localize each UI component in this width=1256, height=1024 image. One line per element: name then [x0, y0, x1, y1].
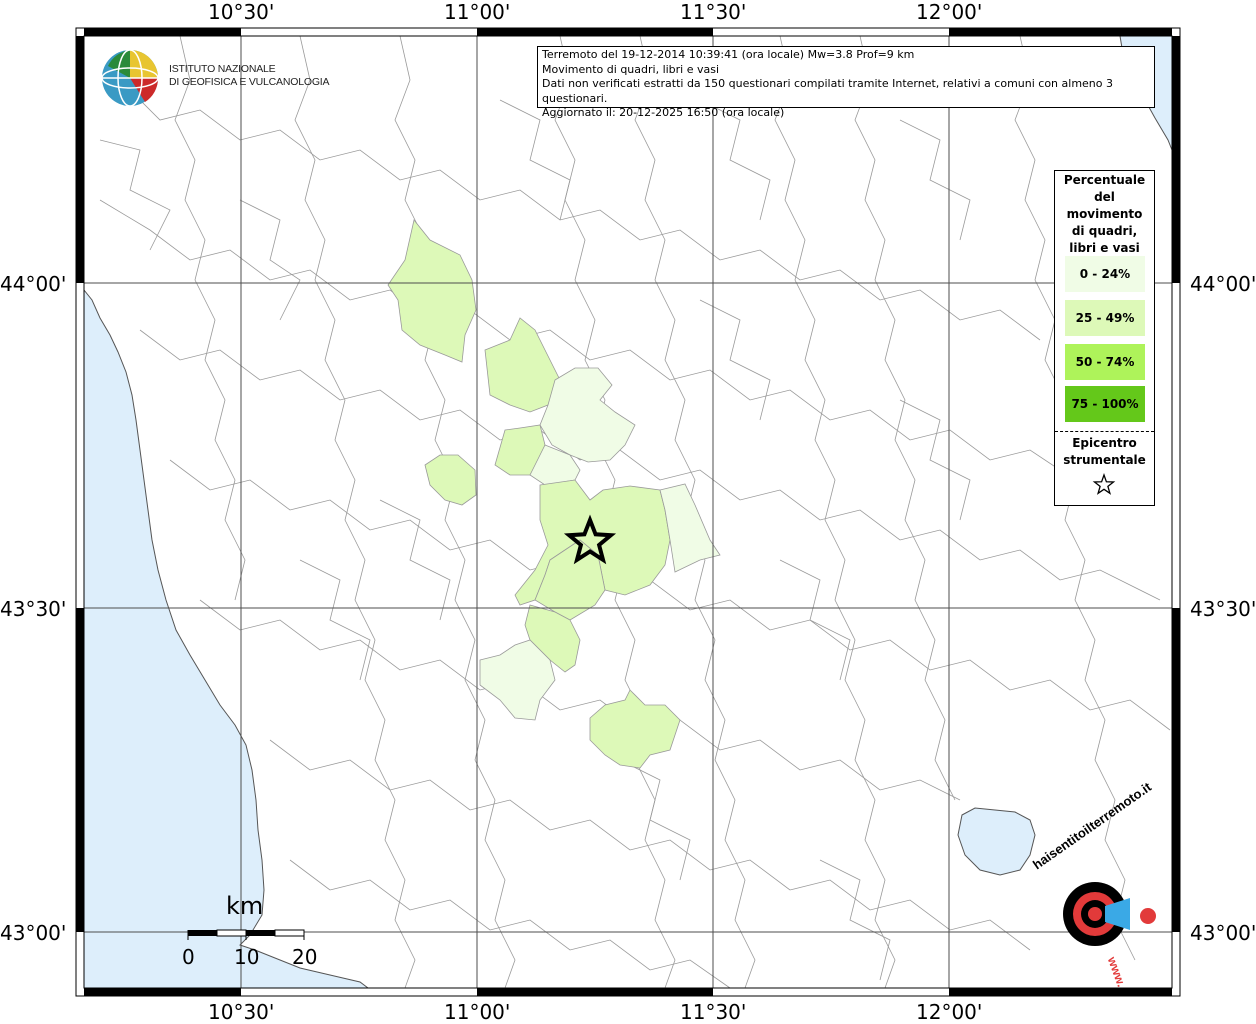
scale-unit: km: [226, 892, 264, 920]
ingv-logo: [101, 49, 159, 107]
ingv-line-1: ISTITUTO NAZIONALE: [169, 63, 276, 75]
event-header: Terremoto del 19-12-2014 10:39:41 (ora l…: [542, 48, 915, 61]
map-canvas: [75, 27, 1181, 997]
lon-tick-top-3: 11°30': [680, 0, 747, 24]
legend-class-25-49: 25 - 49%: [1065, 300, 1145, 336]
event-data-note: Dati non verificati estratti da 150 ques…: [542, 77, 1114, 105]
lat-tick-right-3: 43°00': [1190, 921, 1256, 945]
event-info-box: Terremoto del 19-12-2014 10:39:41 (ora l…: [537, 46, 1155, 119]
legend-epicenter-label: Epicentro strumentale: [1055, 435, 1154, 469]
lat-tick-left-2: 43°30': [0, 597, 67, 621]
lon-tick-bottom-3: 11°30': [680, 1000, 747, 1024]
legend-separator: [1055, 431, 1154, 432]
lat-tick-left-1: 44°00': [0, 272, 67, 296]
municipality-0-24: [484, 317, 561, 413]
municipality-25-49: [659, 483, 721, 573]
legend-epicenter-line: strumentale: [1063, 453, 1146, 467]
scale-label-10: 10: [234, 945, 260, 969]
legend-class-75-100: 75 - 100%: [1065, 386, 1145, 422]
municipality-0-24: [424, 454, 477, 506]
legend-title-line: libri e vasi: [1069, 241, 1140, 255]
scale-label-20: 20: [292, 945, 318, 969]
haisentito-logo: [1063, 882, 1156, 946]
municipality-25-49: [589, 689, 681, 769]
lon-tick-top-2: 11°00': [444, 0, 511, 24]
lon-tick-bottom-2: 11°00': [444, 1000, 511, 1024]
ingv-line-2: DI GEOFISICA E VULCANOLOGIA: [169, 76, 330, 88]
municipality-0-24: [387, 219, 477, 363]
tyrrhenian-sea: [83, 288, 370, 989]
legend-epicenter-line: Epicentro: [1072, 436, 1137, 450]
scale-label-0: 0: [182, 945, 195, 969]
lon-tick-bottom-4: 12°00': [916, 1000, 983, 1024]
lon-tick-top-4: 12°00': [916, 0, 983, 24]
legend-class-0-24: 0 - 24%: [1065, 256, 1145, 292]
legend: Percentuale del movimento di quadri, lib…: [1054, 170, 1155, 506]
legend-class-50-74: 50 - 74%: [1065, 344, 1145, 380]
lake-trasimeno: [957, 807, 1036, 876]
lat-tick-right-2: 43°30': [1190, 597, 1256, 621]
legend-title-line: del: [1094, 190, 1115, 204]
ingv-name: ISTITUTO NAZIONALE DI GEOFISICA E VULCAN…: [169, 63, 330, 89]
event-updated: Aggiornato il: 20-12-2025 16:50 (ora loc…: [542, 106, 785, 119]
legend-title: Percentuale del movimento di quadri, lib…: [1055, 172, 1154, 257]
legend-title-line: movimento: [1066, 207, 1143, 221]
lat-tick-right-1: 44°00': [1190, 272, 1256, 296]
event-effect: Movimento di quadri, libri e vasi: [542, 62, 720, 76]
lon-tick-bottom-1: 10°30': [208, 1000, 275, 1024]
felt-municipalities: [387, 219, 721, 769]
legend-title-line: Percentuale: [1063, 173, 1146, 187]
legend-title-line: di quadri,: [1071, 224, 1138, 238]
municipality-0-24: [539, 367, 636, 463]
lat-tick-left-3: 43°00': [0, 921, 67, 945]
legend-star-icon: [1092, 473, 1116, 495]
lon-tick-top-1: 10°30': [208, 0, 275, 24]
